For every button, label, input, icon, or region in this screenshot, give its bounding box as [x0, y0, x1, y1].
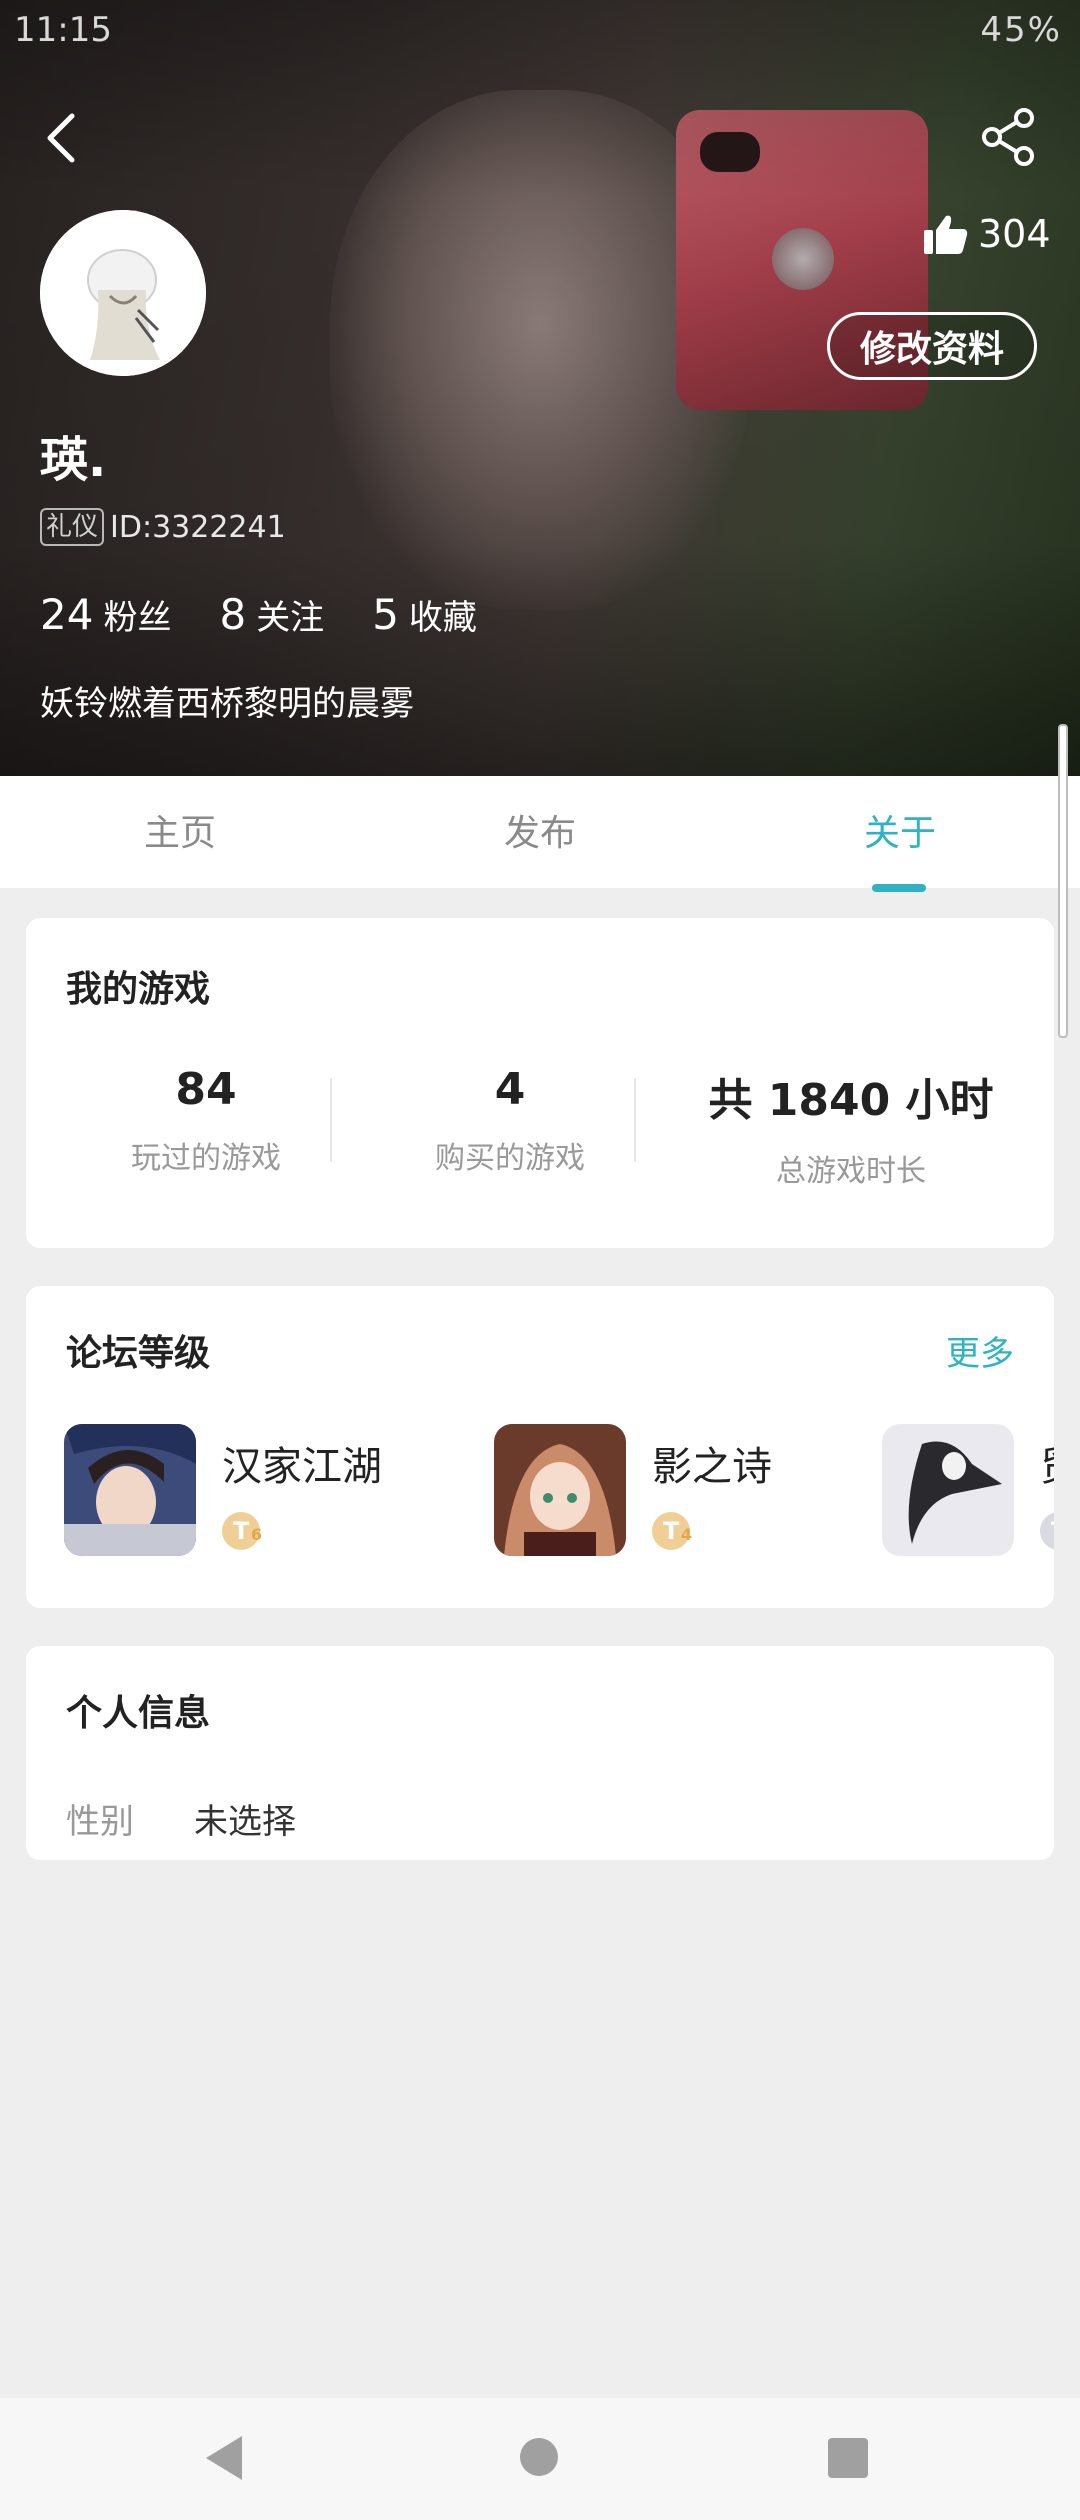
- share-button[interactable]: [978, 106, 1040, 168]
- favorites-count[interactable]: 5: [372, 590, 399, 639]
- divider: [330, 1078, 332, 1162]
- level-number: 6: [250, 1525, 262, 1544]
- bio: 妖铃燃着西桥黎明的晨雾: [40, 684, 414, 724]
- total-playtime-label: 总游戏时长: [776, 1154, 926, 1189]
- level-badge: T: [1040, 1512, 1054, 1550]
- status-icons: 45%: [980, 10, 1062, 50]
- level-badge: T6: [222, 1512, 262, 1550]
- status-bar: 11:15 45%: [0, 0, 1080, 60]
- played-games-label: 玩过的游戏: [131, 1141, 281, 1176]
- favorites-label[interactable]: 收藏: [409, 590, 477, 639]
- profile-header-background: [0, 0, 1080, 776]
- purchased-games-stat[interactable]: 4 购买的游戏: [380, 1064, 640, 1177]
- more-link[interactable]: 更多: [946, 1326, 1014, 1375]
- following-count[interactable]: 8: [219, 590, 246, 639]
- gender-value: 未选择: [194, 1802, 296, 1842]
- tab-about[interactable]: 关于: [820, 804, 980, 856]
- followers-count[interactable]: 24: [40, 590, 93, 639]
- header-shade: [0, 0, 1080, 776]
- profile-tabs: 主页 发布 关于: [0, 776, 1080, 888]
- profile-stats: 24 粉丝 8 关注 5 收藏: [40, 590, 525, 639]
- like-counter[interactable]: 304: [924, 212, 1051, 256]
- nav-recents-icon[interactable]: [828, 2438, 868, 2478]
- personal-info-title: 个人信息: [66, 1693, 211, 1734]
- scrollbar[interactable]: [1058, 724, 1068, 1038]
- tab-indicator: [872, 884, 926, 892]
- purchased-games-label: 购买的游戏: [435, 1141, 585, 1176]
- nav-back-icon[interactable]: [206, 2436, 242, 2480]
- followers-label[interactable]: 粉丝: [103, 590, 171, 639]
- tab-home[interactable]: 主页: [100, 804, 260, 856]
- title-badge: 礼仪: [40, 508, 105, 546]
- game-name: 贸: [1040, 1434, 1054, 1492]
- my-games-card: 我的游戏 84 玩过的游戏 4 购买的游戏 共 1840 小时 总游戏时长: [26, 918, 1054, 1248]
- personal-info-card: 个人信息 性别 未选择: [26, 1646, 1054, 1860]
- played-games-stat[interactable]: 84 玩过的游戏: [76, 1064, 336, 1177]
- forum-level-title: 论坛等级: [66, 1333, 211, 1374]
- level-badge: T4: [652, 1512, 692, 1550]
- game-icon: [882, 1424, 1014, 1556]
- game-icon: [494, 1424, 626, 1556]
- user-id: ID:3322241: [110, 509, 286, 545]
- chevron-left-icon: [47, 113, 75, 163]
- game-name: 影之诗: [652, 1444, 772, 1490]
- purchased-games-value: 4: [494, 1064, 526, 1115]
- avatar-image: [40, 210, 206, 376]
- tab-posts[interactable]: 发布: [460, 804, 620, 856]
- forum-level-card: 论坛等级 更多 汉家江湖 T6 影之诗 T4: [26, 1286, 1054, 1608]
- system-nav-bar: [0, 2398, 1080, 2520]
- total-playtime-value: 共 1840 小时: [708, 1075, 994, 1126]
- gender-label: 性别: [66, 1802, 134, 1842]
- level-number: 4: [680, 1525, 692, 1544]
- like-count: 304: [978, 212, 1051, 256]
- status-time: 11:15: [14, 10, 112, 50]
- back-button[interactable]: [34, 108, 94, 168]
- game-name: 汉家江湖: [222, 1444, 382, 1490]
- game-icon: [64, 1424, 196, 1556]
- total-playtime-stat[interactable]: 共 1840 小时 总游戏时长: [666, 1064, 1036, 1190]
- edit-profile-button[interactable]: 修改资料: [827, 312, 1037, 380]
- avatar[interactable]: [40, 210, 206, 376]
- played-games-value: 84: [175, 1064, 237, 1115]
- thumbs-up-icon: [924, 215, 968, 254]
- my-games-title: 我的游戏: [66, 969, 211, 1010]
- divider: [634, 1078, 636, 1162]
- user-id-row: 礼仪 ID:3322241: [40, 508, 286, 546]
- share-icon: [982, 108, 1034, 166]
- following-label[interactable]: 关注: [256, 590, 324, 639]
- nav-home-icon[interactable]: [520, 2438, 558, 2476]
- username: 瑛.: [40, 432, 107, 488]
